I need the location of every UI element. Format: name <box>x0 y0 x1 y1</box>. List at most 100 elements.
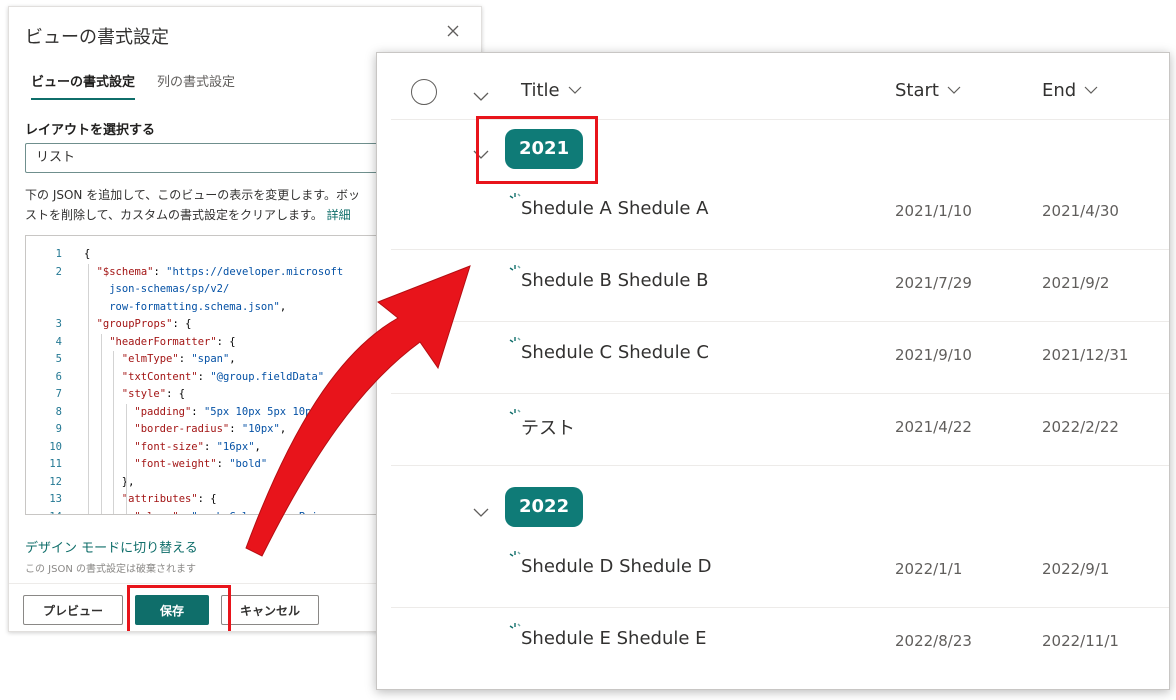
code-token: : <box>216 458 230 470</box>
code-token: "5px 10px 5px 10px" <box>203 405 325 418</box>
discard-note: この JSON の書式設定は破棄されます <box>25 564 197 575</box>
code-token: "padding" <box>134 405 192 418</box>
line-number: 3 <box>55 318 62 330</box>
list-row[interactable]: テスト 2021/4/22 2022/2/22 <box>391 393 1169 465</box>
line-number: 11 <box>49 458 62 470</box>
code-text: "font-weight": "bold" <box>134 456 267 474</box>
code-token: "txtContent" <box>121 370 198 383</box>
group-2021-highlight-box <box>476 116 598 184</box>
code-text: "$schema": "https://developer.microsoft <box>97 264 344 282</box>
chevron-down-icon <box>947 86 961 94</box>
row-title[interactable]: Shedule E Shedule E <box>521 628 707 649</box>
code-token: }, <box>121 475 135 488</box>
description-line-2-text: ストを削除して、カスタムの書式設定をクリアします。 <box>25 208 323 222</box>
line-number: 7 <box>55 388 62 400</box>
row-start-date: 2022/1/1 <box>895 560 963 578</box>
group-toggle-chevron-icon[interactable] <box>473 503 489 522</box>
code-token: "border-radius" <box>134 423 230 435</box>
code-token: "attributes" <box>121 493 198 505</box>
tab-format-view[interactable]: ビューの書式設定 <box>31 71 135 90</box>
code-text: "txtContent": "@group.fieldData" <box>122 369 324 387</box>
row-title[interactable]: Shedule A Shedule A <box>521 198 708 219</box>
line-number: 2 <box>55 265 62 278</box>
code-token: , <box>279 423 287 435</box>
code-token: : <box>178 353 192 365</box>
code-text: "groupProps": { <box>97 316 192 334</box>
row-end-date: 2022/2/22 <box>1042 418 1119 436</box>
code-token: json-schemas/sp/v2/ <box>109 283 230 295</box>
layout-label: レイアウトを選択する <box>25 123 156 138</box>
code-token: : { <box>197 493 217 505</box>
tab-format-column[interactable]: 列の書式設定 <box>157 71 235 90</box>
code-token: "elmType" <box>121 353 179 365</box>
code-text: "style": { <box>122 386 185 404</box>
select-all-circle-icon[interactable] <box>411 79 437 105</box>
row-divider <box>391 465 1169 466</box>
code-token: "10px" <box>241 423 280 435</box>
row-start-date: 2021/9/10 <box>895 346 972 364</box>
line-number: 14 <box>26 509 62 515</box>
active-tab-indicator <box>31 98 135 100</box>
code-token: : { <box>216 335 236 348</box>
preview-button[interactable]: プレビュー <box>23 595 123 625</box>
code-token: "style" <box>121 388 167 400</box>
row-title[interactable]: Shedule B Shedule B <box>521 270 709 291</box>
code-token: { <box>84 248 91 260</box>
list-row[interactable]: Shedule E Shedule E 2022/8/23 2022/11/1 <box>391 607 1169 679</box>
row-title[interactable]: Shedule D Shedule D <box>521 556 712 577</box>
list-row[interactable]: Shedule D Shedule D 2022/1/1 2022/9/1 <box>391 535 1169 607</box>
column-start-label: Start <box>895 80 939 101</box>
code-text: "elmType": "span", <box>122 351 236 369</box>
row-end-date: 2021/9/2 <box>1042 274 1110 292</box>
code-token: "https://developer.microsoft <box>166 265 344 278</box>
code-token: "class" <box>134 511 178 515</box>
row-start-date: 2021/1/10 <box>895 202 972 220</box>
code-text: "font-size": "16px", <box>134 439 260 457</box>
column-title-label: Title <box>521 80 560 101</box>
list-row[interactable]: Shedule B Shedule B 2021/7/29 2021/9/2 <box>391 249 1169 321</box>
list-view: Title Start End 2021 Shedule A Shedule A2… <box>376 52 1170 690</box>
code-token: "bold" <box>229 458 268 470</box>
code-token: "groupProps" <box>96 318 173 330</box>
row-start-date: 2021/4/22 <box>895 418 972 436</box>
code-token: "16px" <box>216 440 255 453</box>
group-header-badge[interactable]: 2022 <box>505 487 584 527</box>
close-icon[interactable] <box>445 23 461 39</box>
panel-title: ビューの書式設定 <box>25 27 169 48</box>
row-start-date: 2021/7/29 <box>895 274 972 292</box>
save-highlight-box <box>127 585 231 631</box>
chevron-down-icon[interactable] <box>473 87 489 106</box>
code-text: "border-radius": "10px", <box>134 421 286 439</box>
row-end-date: 2022/11/1 <box>1042 632 1119 650</box>
code-token: : <box>197 370 211 383</box>
code-token: row-formatting.schema.json" <box>109 300 280 313</box>
code-token: , <box>279 300 287 313</box>
code-text: "attributes": { <box>122 491 217 509</box>
column-header-end[interactable]: End <box>1042 80 1098 101</box>
line-number: 12 <box>49 475 62 488</box>
chevron-down-icon <box>1084 86 1098 94</box>
line-number: 10 <box>49 440 62 453</box>
code-token: : { <box>166 388 186 400</box>
list-row[interactable]: Shedule C Shedule C 2021/9/10 2021/12/31 <box>391 321 1169 393</box>
code-token: : { <box>172 318 192 330</box>
list-row[interactable]: Shedule A Shedule A 2021/1/10 2021/4/30 <box>391 177 1169 249</box>
row-end-date: 2021/4/30 <box>1042 202 1119 220</box>
code-token: "ms-bgColor-themePrimary <box>191 511 343 515</box>
row-title[interactable]: テスト <box>521 414 575 440</box>
column-header-start[interactable]: Start <box>895 80 961 101</box>
code-text: }, <box>122 474 135 492</box>
code-token: , <box>229 353 236 365</box>
code-token: "font-weight" <box>134 458 217 470</box>
line-number: 6 <box>55 370 62 383</box>
row-title[interactable]: Shedule C Shedule C <box>521 342 709 363</box>
cancel-button[interactable]: キャンセル <box>221 595 319 625</box>
design-mode-link[interactable]: デザイン モードに切り替える <box>25 537 198 556</box>
learn-more-link[interactable]: 詳細 <box>327 208 351 222</box>
chevron-down-icon <box>568 86 582 94</box>
code-token: "font-size" <box>134 440 204 453</box>
column-header-title[interactable]: Title <box>521 80 582 101</box>
code-text: row-formatting.schema.json", <box>109 299 286 317</box>
line-number: 5 <box>55 353 62 365</box>
row-start-date: 2022/8/23 <box>895 632 972 650</box>
